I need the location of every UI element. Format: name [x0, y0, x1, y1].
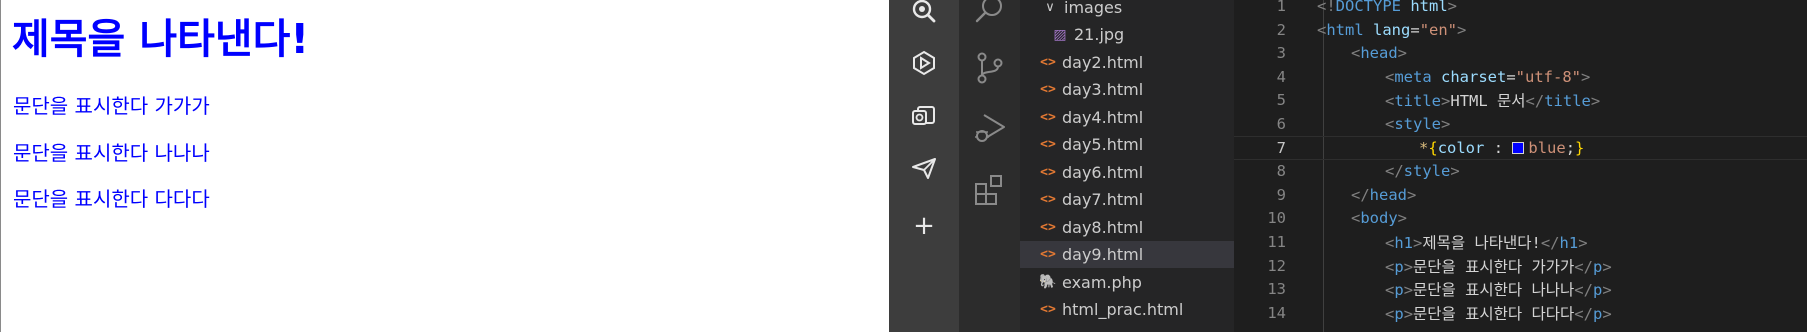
php-file-icon: 🐘	[1039, 274, 1057, 290]
line-number: 3	[1276, 44, 1286, 63]
search-zoom-icon[interactable]	[908, 0, 940, 28]
code-text: </head>	[1351, 185, 1417, 204]
file-item[interactable]: <> html_prac.html	[1020, 296, 1234, 323]
file-item[interactable]: <> day6.html	[1020, 159, 1234, 186]
folder-label: images	[1064, 0, 1123, 17]
file-label: 21.jpg	[1074, 25, 1125, 44]
code-line[interactable]: 1 <!DOCTYPE html>	[1234, 0, 1807, 18]
file-item[interactable]: ▨ 21.jpg	[1020, 21, 1234, 48]
code-text: <!DOCTYPE html>	[1317, 0, 1458, 15]
send-icon[interactable]	[908, 152, 940, 184]
code-line[interactable]: 13 <p>문단을 표시한다 나나나</p>	[1234, 277, 1807, 301]
code-line[interactable]: 14 <p>문단을 표시한다 다다다</p>	[1234, 301, 1807, 325]
code-text: <body>	[1351, 209, 1408, 228]
code-line[interactable]: 4 <meta charset="utf-8">	[1234, 65, 1807, 89]
mail-icon[interactable]	[908, 100, 940, 132]
file-item[interactable]: 🐘 exam.php	[1020, 269, 1234, 296]
code-line[interactable]: 9 </head>	[1234, 183, 1807, 207]
html-file-icon: <>	[1040, 192, 1056, 207]
file-label: day3.html	[1062, 80, 1144, 99]
line-number: 5	[1276, 91, 1286, 110]
line-number: 10	[1267, 209, 1286, 228]
file-item[interactable]: <> day7.html	[1020, 186, 1234, 213]
search-icon[interactable]	[972, 0, 1008, 28]
html-file-icon: <>	[1040, 219, 1056, 235]
chevron-down-icon: ∨	[1045, 0, 1055, 15]
html-file-icon: <>	[1040, 109, 1056, 125]
code-line[interactable]: 3 <head>	[1234, 41, 1807, 65]
code-line[interactable]: 11 <h1>제목을 나타낸다!</h1>	[1234, 230, 1807, 254]
code-line[interactable]: 7 *{color : blue;}	[1234, 135, 1807, 160]
code-text: </style>	[1385, 162, 1460, 181]
line-number: 14	[1267, 303, 1286, 322]
file-label: day8.html	[1062, 217, 1144, 237]
line-number: 2	[1276, 20, 1286, 39]
line-number: 13	[1267, 280, 1286, 299]
line-number: 11	[1267, 233, 1286, 251]
code-text: <head>	[1351, 44, 1408, 63]
run-debug-icon[interactable]	[972, 110, 1008, 146]
image-file-icon: ▨	[1053, 26, 1067, 43]
code-text: *{color : blue;}	[1419, 138, 1585, 157]
code-text: <p>문단을 표시한다 다다다</p>	[1385, 304, 1612, 323]
code-text: <style>	[1385, 115, 1451, 133]
file-item[interactable]: <> day5.html	[1020, 131, 1234, 158]
file-label: day6.html	[1062, 162, 1144, 182]
file-label: exam.php	[1062, 272, 1142, 292]
paragraph-1: 문단을 표시한다 가가가	[13, 94, 210, 118]
file-label: day5.html	[1062, 135, 1144, 154]
code-text: <meta charset="utf-8">	[1385, 67, 1591, 86]
tool-dock: +	[889, 0, 959, 332]
html-file-icon: <>	[1040, 164, 1056, 180]
color-swatch[interactable]	[1512, 141, 1525, 154]
file-item[interactable]: <> day3.html	[1020, 76, 1234, 103]
code-line[interactable]: 5 <title>HTML 문서</title>	[1234, 88, 1807, 112]
code-text: <p>문단을 표시한다 나나나</p>	[1385, 281, 1612, 300]
file-item[interactable]: <> day9.html	[1020, 241, 1234, 268]
source-control-icon[interactable]	[972, 50, 1008, 86]
folder-images[interactable]: ∨ images	[1020, 0, 1234, 21]
code-text: <html lang="en">	[1317, 20, 1467, 39]
html-file-icon: <>	[1040, 247, 1056, 262]
plus-icon[interactable]: +	[908, 210, 940, 242]
file-label: day4.html	[1062, 107, 1144, 127]
code-line[interactable]: 2 <html lang="en">	[1234, 18, 1807, 42]
line-number: 1	[1276, 0, 1286, 15]
line-number: 9	[1276, 185, 1286, 204]
browser-preview: 제목을 나타낸다! 문단을 표시한다 가가가 문단을 표시한다 나나나 문단을 …	[0, 0, 889, 332]
code-text: <title>HTML 문서</title>	[1385, 92, 1601, 111]
code-line[interactable]: 10 <body>	[1234, 206, 1807, 230]
code-text: <p>문단을 표시한다 가가가</p>	[1385, 257, 1612, 276]
line-number: 7	[1276, 138, 1286, 157]
html-file-icon: <>	[1040, 302, 1056, 317]
file-item[interactable]: <> day2.html	[1020, 49, 1234, 76]
file-item[interactable]: <> day8.html	[1020, 214, 1234, 241]
paragraph-3: 문단을 표시한다 다다다	[13, 187, 210, 211]
html-file-icon: <>	[1040, 54, 1056, 70]
file-item[interactable]: <> day4.html	[1020, 104, 1234, 131]
file-label: html_prac.html	[1062, 300, 1184, 319]
file-label: day2.html	[1062, 52, 1144, 72]
line-number: 6	[1276, 115, 1286, 133]
code-line[interactable]: 8 </style>	[1234, 159, 1807, 183]
browser-icon[interactable]	[908, 47, 940, 79]
html-file-icon: <>	[1040, 82, 1056, 97]
line-number: 12	[1267, 256, 1286, 275]
file-label: day9.html	[1062, 245, 1144, 264]
page-heading: 제목을 나타낸다!	[12, 15, 310, 63]
code-editor[interactable]: 1 <!DOCTYPE html> 2 <html lang="en"> 3 <head>…	[1234, 0, 1807, 332]
paragraph-2: 문단을 표시한다 나나나	[13, 141, 210, 165]
html-file-icon: <>	[1040, 137, 1056, 152]
activity-bar	[959, 0, 1020, 332]
code-line[interactable]: 12 <p>문단을 표시한다 가가가</p>	[1234, 254, 1807, 278]
line-number: 4	[1276, 67, 1286, 86]
file-explorer: ∨ images ▨ 21.jpg <> day2.html <> day3.html <>…	[1020, 0, 1234, 332]
line-number: 8	[1276, 162, 1286, 181]
code-line[interactable]: 6 <style>	[1234, 112, 1807, 136]
file-label: day7.html	[1062, 190, 1144, 209]
code-text: <h1>제목을 나타낸다!</h1>	[1385, 234, 1588, 252]
extensions-icon[interactable]	[972, 172, 1008, 208]
